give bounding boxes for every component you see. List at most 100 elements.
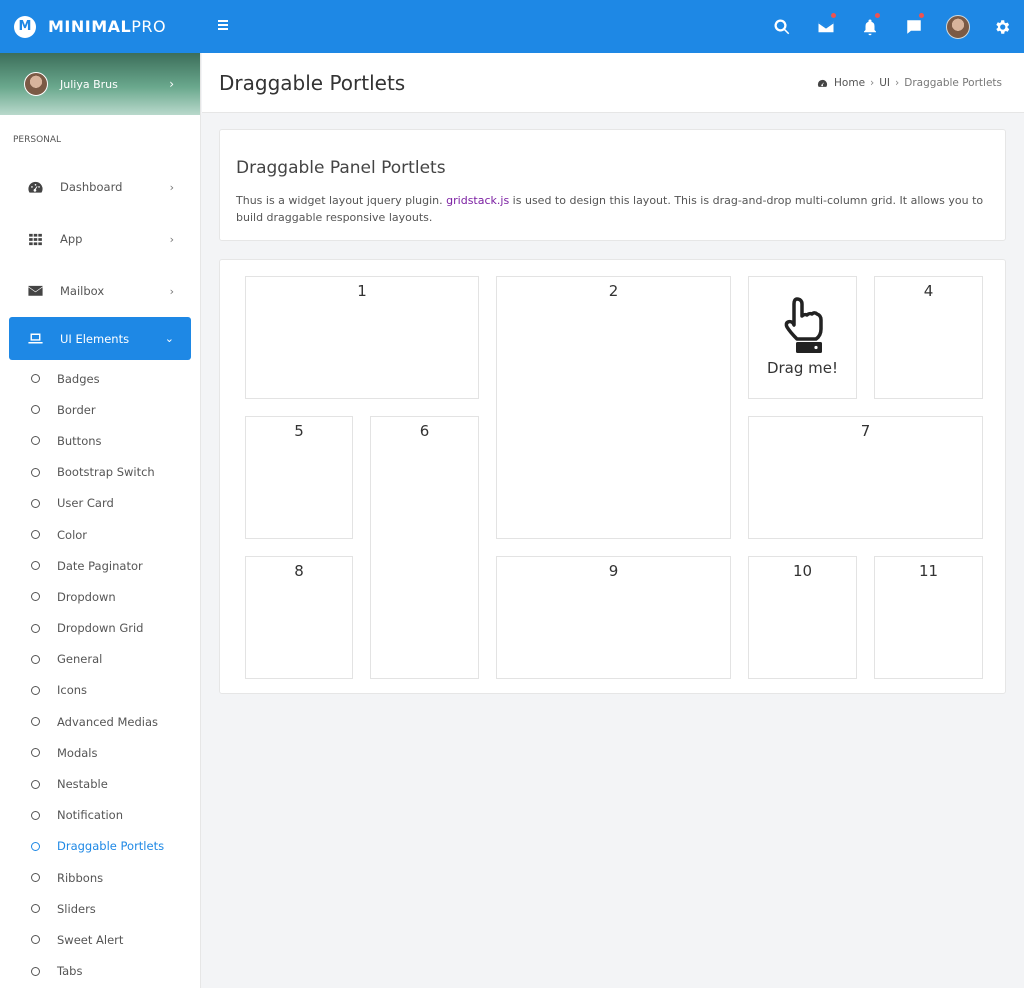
submenu-item-sliders[interactable]: Sliders — [0, 893, 200, 924]
submenu-item-draggable-portlets[interactable]: Draggable Portlets — [0, 831, 200, 862]
chevron-right-icon: › — [870, 77, 875, 89]
circle-icon — [31, 374, 40, 384]
portlet-2[interactable]: 2 — [496, 276, 731, 539]
chevron-right-icon: › — [895, 77, 900, 89]
sidebar: Juliya Brus › PERSONAL Dashboard › App ›… — [0, 53, 201, 988]
submenu-item-icons[interactable]: Icons — [0, 675, 200, 706]
circle-icon — [31, 685, 40, 695]
circle-icon — [31, 405, 40, 415]
ui-elements-submenu: Badges Border Buttons Bootstrap Switch U… — [0, 360, 200, 987]
portlet-6[interactable]: 6 — [370, 416, 479, 679]
portlet-11[interactable]: 11 — [874, 556, 983, 679]
sidebar-item-label: UI Elements — [60, 331, 130, 346]
envelope-icon — [26, 282, 44, 300]
drag-me-label: Drag me! — [766, 359, 839, 377]
circle-icon — [31, 436, 40, 446]
breadcrumb-current: Draggable Portlets — [904, 77, 1002, 89]
circle-icon — [31, 561, 40, 571]
logo-mark-icon: M — [14, 15, 36, 38]
hand-pointer-icon — [784, 297, 823, 353]
sidebar-user-panel[interactable]: Juliya Brus › — [0, 53, 200, 115]
submenu-item-bootstrap-switch[interactable]: Bootstrap Switch — [0, 457, 200, 488]
circle-icon — [31, 623, 40, 633]
top-navbar: M MINIMALPRO — [0, 0, 1024, 53]
breadcrumb-home[interactable]: Home — [834, 77, 865, 89]
submenu-item-badges[interactable]: Badges — [0, 363, 200, 394]
circle-icon — [31, 530, 40, 540]
circle-icon — [31, 654, 40, 664]
portlet-1[interactable]: 1 — [245, 276, 479, 399]
circle-icon — [31, 841, 40, 851]
chat-icon[interactable] — [892, 0, 936, 53]
brand-logo[interactable]: M MINIMALPRO — [0, 0, 201, 53]
submenu-item-sweet-alert[interactable]: Sweet Alert — [0, 924, 200, 955]
search-icon[interactable] — [760, 0, 804, 53]
mail-notification-dot — [831, 13, 836, 18]
submenu-item-ribbons[interactable]: Ribbons — [0, 862, 200, 893]
submenu-item-border[interactable]: Border — [0, 394, 200, 425]
gear-icon[interactable] — [980, 0, 1024, 53]
page-title: Draggable Portlets — [219, 71, 406, 95]
gridstack-link[interactable]: gridstack.js — [446, 194, 509, 207]
submenu-item-modals[interactable]: Modals — [0, 737, 200, 768]
page-header: Draggable Portlets Home › UI › Draggable… — [202, 53, 1024, 113]
bell-notification-dot — [875, 13, 880, 18]
chevron-right-icon: › — [169, 180, 174, 194]
sidebar-user-name: Juliya Brus — [60, 77, 118, 91]
submenu-item-advanced-medias[interactable]: Advanced Medias — [0, 706, 200, 737]
circle-icon — [31, 873, 40, 883]
sidebar-item-ui-elements[interactable]: UI Elements ⌄ — [9, 317, 191, 360]
circle-icon — [31, 779, 40, 789]
sidebar-section-label: PERSONAL — [13, 135, 62, 145]
circle-icon — [31, 717, 40, 727]
user-avatar-button[interactable] — [936, 0, 980, 53]
circle-icon — [31, 498, 40, 508]
submenu-item-nestable[interactable]: Nestable — [0, 768, 200, 799]
sidebar-item-app[interactable]: App › — [0, 213, 200, 265]
sidebar-item-label: App — [60, 232, 83, 246]
submenu-item-user-card[interactable]: User Card — [0, 488, 200, 519]
chevron-down-icon: ⌄ — [164, 332, 174, 345]
circle-icon — [31, 904, 40, 914]
portlet-10[interactable]: 10 — [748, 556, 857, 679]
mail-icon[interactable] — [804, 0, 848, 53]
bell-icon[interactable] — [848, 0, 892, 53]
submenu-item-color[interactable]: Color — [0, 519, 200, 550]
sidebar-item-label: Dashboard — [60, 180, 123, 194]
menu-toggle-icon[interactable] — [218, 18, 230, 32]
submenu-item-tabs[interactable]: Tabs — [0, 956, 200, 987]
submenu-item-buttons[interactable]: Buttons — [0, 425, 200, 456]
portlet-grid-card: 1 2 Drag me! 4 5 6 7 8 9 10 11 — [219, 259, 1006, 694]
info-card-description: Thus is a widget layout jquery plugin. g… — [236, 194, 984, 224]
portlet-3[interactable]: Drag me! — [748, 276, 857, 399]
submenu-item-dropdown-grid[interactable]: Dropdown Grid — [0, 613, 200, 644]
portlet-8[interactable]: 8 — [245, 556, 353, 679]
portlet-4[interactable]: 4 — [874, 276, 983, 399]
circle-icon — [31, 935, 40, 945]
dashboard-icon — [26, 178, 44, 196]
sidebar-item-dashboard[interactable]: Dashboard › — [0, 161, 200, 213]
breadcrumb: Home › UI › Draggable Portlets — [817, 77, 1002, 89]
info-card-title: Draggable Panel Portlets — [236, 158, 446, 178]
submenu-item-date-paginator[interactable]: Date Paginator — [0, 550, 200, 581]
submenu-item-dropdown[interactable]: Dropdown — [0, 581, 200, 612]
breadcrumb-section[interactable]: UI — [879, 77, 890, 89]
portlet-5[interactable]: 5 — [245, 416, 353, 539]
circle-icon — [31, 748, 40, 758]
chevron-right-icon: › — [169, 232, 174, 246]
circle-icon — [31, 592, 40, 602]
portlet-7[interactable]: 7 — [748, 416, 983, 539]
info-card: Draggable Panel Portlets Thus is a widge… — [219, 129, 1006, 241]
avatar — [946, 14, 970, 39]
laptop-icon — [26, 330, 44, 348]
submenu-item-general[interactable]: General — [0, 644, 200, 675]
dashboard-icon — [817, 79, 828, 87]
circle-icon — [31, 966, 40, 976]
sidebar-item-label: Mailbox — [60, 284, 105, 298]
submenu-item-notification[interactable]: Notification — [0, 800, 200, 831]
chevron-right-icon: › — [169, 77, 174, 91]
portlet-9[interactable]: 9 — [496, 556, 731, 679]
sidebar-item-mailbox[interactable]: Mailbox › — [0, 265, 200, 317]
brand-name: MINIMALPRO — [48, 17, 167, 36]
grid-icon — [26, 230, 44, 248]
